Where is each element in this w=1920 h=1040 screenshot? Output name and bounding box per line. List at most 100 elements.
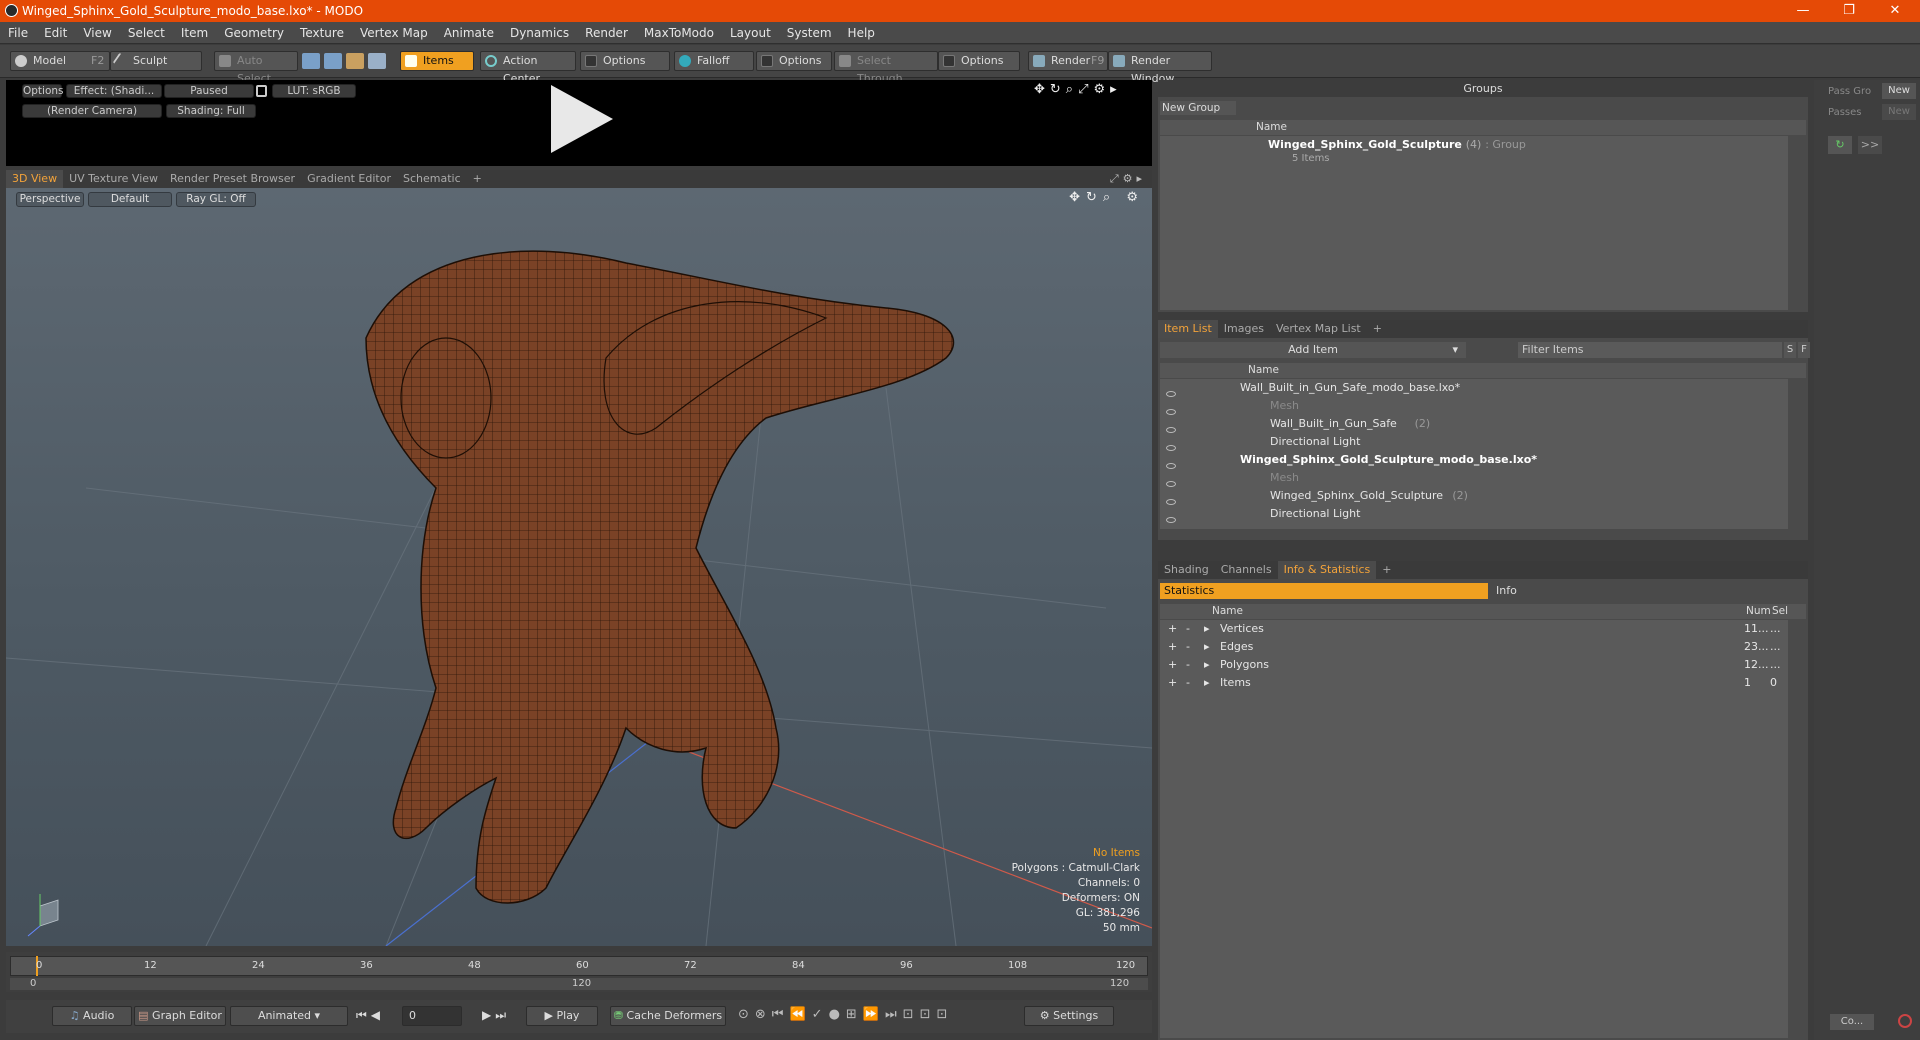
settings-button[interactable]: ⚙ Settings: [1024, 1006, 1114, 1026]
play-icon[interactable]: [551, 85, 613, 153]
menu-dynamics[interactable]: Dynamics: [502, 22, 577, 44]
item-list-row[interactable]: Wall_Built_in_Gun_Safe_modo_base.lxo*: [1160, 379, 1788, 397]
menu-system[interactable]: System: [779, 22, 840, 44]
item-list-row[interactable]: Mesh: [1160, 397, 1788, 415]
items-mode-button[interactable]: Items: [400, 51, 474, 71]
falloff-options-button[interactable]: Options: [756, 51, 832, 71]
lut-dropdown[interactable]: LUT: sRGB: [272, 84, 356, 98]
timeline[interactable]: 0 12 24 36 48 60 72 84 96 108 120 0 120 120: [6, 952, 1152, 992]
paused-button[interactable]: Paused: [164, 84, 254, 98]
tab-render-preset-browser[interactable]: Render Preset Browser: [164, 170, 301, 188]
materials-mode-icon[interactable]: [368, 53, 386, 69]
add-tab-button[interactable]: +: [1376, 561, 1397, 579]
raygl-dropdown[interactable]: Ray GL: Off: [176, 192, 256, 207]
menu-geometry[interactable]: Geometry: [216, 22, 292, 44]
command-field[interactable]: Co...: [1830, 1014, 1874, 1030]
sculpt-mode-button[interactable]: Sculpt: [110, 51, 202, 71]
skip-back-icons[interactable]: ⏮◀: [356, 1008, 384, 1023]
add-tab-button[interactable]: +: [1367, 320, 1388, 338]
item-list-row[interactable]: Directional Light: [1160, 433, 1788, 451]
tab-vertex-map-list[interactable]: Vertex Map List: [1270, 320, 1367, 338]
collapse-icon[interactable]: -: [1186, 620, 1190, 638]
tab-item-list[interactable]: Item List: [1158, 320, 1218, 338]
tab-uv-texture-view[interactable]: UV Texture View: [63, 170, 164, 188]
tab-info-statistics[interactable]: Info & Statistics: [1277, 561, 1377, 579]
lock-icon[interactable]: [256, 85, 267, 97]
preview-nav-icons[interactable]: ✥↻⌕⤢⚙▸: [1034, 82, 1122, 97]
refresh-icon[interactable]: ↻: [1828, 136, 1852, 154]
statistics-tab[interactable]: Statistics: [1160, 583, 1488, 599]
tab-schematic[interactable]: Schematic: [397, 170, 467, 188]
panel-controls-icons[interactable]: ⤢⚙▸: [1110, 172, 1146, 186]
close-button[interactable]: ✕: [1872, 0, 1918, 22]
menu-render[interactable]: Render: [577, 22, 636, 44]
add-tab-button[interactable]: +: [467, 170, 488, 188]
tab-gradient-editor[interactable]: Gradient Editor: [301, 170, 397, 188]
expand-icon[interactable]: +: [1168, 638, 1177, 656]
render-window-button[interactable]: Render Window: [1108, 51, 1212, 85]
menu-vertex-map[interactable]: Vertex Map: [352, 22, 436, 44]
menu-animate[interactable]: Animate: [436, 22, 502, 44]
tab-images[interactable]: Images: [1218, 320, 1270, 338]
item-list-row[interactable]: Wall_Built_in_Gun_Safe (2): [1160, 415, 1788, 433]
new-pass-button[interactable]: New: [1882, 104, 1916, 120]
disclosure-icon[interactable]: ▸: [1204, 674, 1210, 692]
audio-button[interactable]: ♫ Audio: [52, 1006, 132, 1026]
perspective-dropdown[interactable]: Perspective: [16, 192, 84, 207]
tab-shading[interactable]: Shading: [1158, 561, 1215, 579]
record-icon[interactable]: [1898, 1014, 1912, 1028]
group-item[interactable]: Winged_Sphinx_Gold_Sculpture (4) : Group: [1268, 138, 1526, 151]
item-list-row[interactable]: Winged_Sphinx_Gold_Sculpture_modo_base.l…: [1160, 451, 1788, 469]
polygons-mode-icon[interactable]: [346, 53, 364, 69]
action-center-options-button[interactable]: Options: [580, 51, 670, 71]
vertices-mode-icon[interactable]: [302, 53, 320, 69]
sphinx-mesh[interactable]: [365, 250, 955, 904]
maximize-button[interactable]: ❐: [1826, 0, 1872, 22]
action-center-button[interactable]: Action Center: [480, 51, 576, 85]
play-button[interactable]: ▶ Play: [526, 1006, 598, 1026]
skip-forward-icons[interactable]: ▶⏭: [482, 1008, 510, 1023]
graph-editor-button[interactable]: ▤ Graph Editor: [134, 1006, 226, 1026]
menu-item[interactable]: Item: [173, 22, 216, 44]
statistics-row[interactable]: + - ▸ Edges 23......: [1160, 638, 1788, 656]
item-list-row[interactable]: Winged_Sphinx_Gold_Sculpture (2): [1160, 487, 1788, 505]
info-tab[interactable]: Info: [1490, 583, 1806, 599]
filter-items-input[interactable]: Filter Items: [1518, 342, 1782, 358]
statistics-row[interactable]: + - ▸ Vertices 11......: [1160, 620, 1788, 638]
edges-mode-icon[interactable]: [324, 53, 342, 69]
expand-icon[interactable]: +: [1168, 620, 1177, 638]
collapse-icon[interactable]: -: [1186, 674, 1190, 692]
disclosure-icon[interactable]: ▸: [1204, 656, 1210, 674]
menu-help[interactable]: Help: [840, 22, 883, 44]
3d-viewport[interactable]: Perspective Default Ray GL: Off ✥↻⌕ ⚙ No…: [6, 188, 1152, 946]
add-item-button[interactable]: Add Item ▾: [1160, 342, 1466, 358]
disclosure-icon[interactable]: ▸: [1204, 620, 1210, 638]
collapse-icon[interactable]: -: [1186, 656, 1190, 674]
effect-dropdown[interactable]: Effect: (Shadi...: [66, 84, 162, 98]
auto-select-button[interactable]: Auto Select: [214, 51, 298, 85]
minimize-button[interactable]: —: [1780, 0, 1826, 22]
animated-dropdown[interactable]: Animated ▾: [230, 1006, 348, 1026]
key-tools-icons[interactable]: ⊙⊗⏮⏪✓●⊞⏩⏭⊡⊡⊡: [738, 1007, 953, 1022]
tab-3d-view[interactable]: 3D View: [6, 170, 64, 188]
frame-field[interactable]: 0: [402, 1006, 462, 1026]
item-list-row[interactable]: Mesh: [1160, 469, 1788, 487]
menu-file[interactable]: File: [0, 22, 36, 44]
menu-view[interactable]: View: [75, 22, 119, 44]
new-group-button[interactable]: New Group: [1160, 101, 1236, 115]
statistics-row[interactable]: + - ▸ Items 1 0: [1160, 674, 1788, 692]
more-button[interactable]: >>: [1858, 136, 1882, 154]
visibility-eye-icon[interactable]: [1166, 517, 1176, 523]
camera-dropdown[interactable]: (Render Camera): [22, 104, 162, 118]
menu-layout[interactable]: Layout: [722, 22, 779, 44]
viewport-nav-icons[interactable]: ✥↻⌕ ⚙: [1069, 190, 1144, 205]
tab-channels[interactable]: Channels: [1215, 561, 1278, 579]
search-toggle-button[interactable]: S: [1784, 342, 1796, 358]
falloff-button[interactable]: Falloff: [674, 51, 754, 71]
expand-icon[interactable]: +: [1168, 674, 1177, 692]
shading-dropdown[interactable]: Shading: Full: [166, 104, 256, 118]
model-mode-button[interactable]: Model F2: [10, 51, 110, 71]
menu-select[interactable]: Select: [120, 22, 173, 44]
menu-texture[interactable]: Texture: [292, 22, 352, 44]
menu-maxtomodo[interactable]: MaxToModo: [636, 22, 722, 44]
